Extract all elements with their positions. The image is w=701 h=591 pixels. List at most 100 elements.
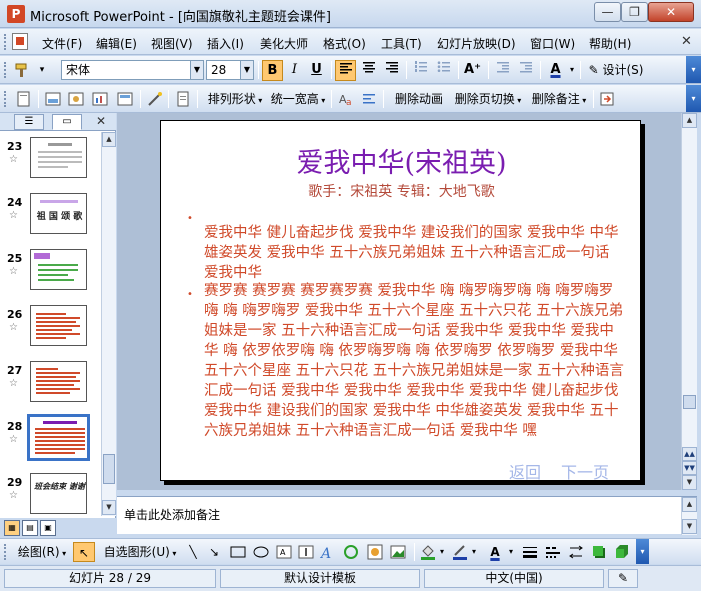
back-link[interactable]: 返回 [509, 459, 541, 480]
thumbnail-item[interactable]: 29 ☆ 班会结束 谢谢 [0, 470, 100, 516]
line-icon[interactable]: ╲ [184, 542, 202, 562]
chevron-down-icon[interactable]: ▼ [190, 61, 203, 79]
thumbnail-item[interactable]: 24 ☆ 祖 国 颂 歌 [0, 190, 100, 246]
close-button[interactable]: ✕ [648, 2, 694, 22]
export-icon[interactable] [599, 91, 615, 107]
page-icon[interactable] [175, 91, 191, 107]
slide-subtitle[interactable]: 歌手：宋祖英 专辑：大地飞歌 [161, 181, 640, 201]
numbering-icon[interactable] [410, 60, 431, 81]
menu-beautify[interactable]: 美化大师 [260, 35, 308, 52]
line-style-icon[interactable] [522, 544, 538, 560]
scroll-down-icon[interactable]: ▼ [682, 519, 697, 534]
thumbnail-item-selected[interactable]: 28 ☆ [0, 414, 100, 470]
design-template[interactable]: 默认设计模板 [220, 569, 420, 588]
chevron-down-icon[interactable]: ▾ [469, 542, 479, 562]
arrow-icon[interactable]: ↘ [205, 542, 223, 562]
rectangle-icon[interactable] [230, 544, 246, 560]
scroll-up-icon[interactable]: ▲ [682, 113, 697, 128]
minimize-button[interactable]: — [594, 2, 621, 22]
chart-icon[interactable] [92, 91, 108, 107]
scroll-up-icon[interactable]: ▲ [102, 132, 116, 147]
slide-thumbnail[interactable] [30, 137, 87, 178]
menu-insert[interactable]: 插入(I) [207, 35, 244, 52]
format-painter-icon[interactable] [14, 62, 30, 78]
font-name-select[interactable]: 宋体 ▼ [61, 60, 204, 80]
picture-icon[interactable] [45, 91, 61, 107]
menu-help[interactable]: 帮助(H) [589, 35, 631, 52]
previous-slide-icon[interactable]: ▲▲ [682, 447, 697, 461]
chevron-down-icon[interactable]: ▾ [567, 60, 577, 80]
line-color-icon[interactable] [452, 544, 468, 560]
clipart-icon[interactable] [367, 544, 383, 560]
vertical-textbox-icon[interactable] [298, 544, 314, 560]
uniform-size-button[interactable]: 统一宽高 ▾ [268, 89, 328, 109]
toolbar-options-icon[interactable]: ▾ [34, 60, 50, 80]
slideshow-icon[interactable]: ▣ [40, 520, 56, 536]
slide-thumbnail[interactable] [27, 414, 90, 461]
font-size-select[interactable]: 28 ▼ [206, 60, 254, 80]
photo-album-icon[interactable] [68, 91, 84, 107]
align-center-icon[interactable] [358, 60, 379, 81]
menu-tools[interactable]: 工具(T) [381, 35, 422, 52]
menu-grip[interactable] [4, 34, 8, 50]
thumbnail-item[interactable]: 23 ☆ [0, 134, 100, 190]
textbox-icon[interactable]: A [276, 544, 292, 560]
menu-format[interactable]: 格式(O) [323, 35, 366, 52]
toolbar-grip[interactable] [4, 544, 7, 560]
oval-icon[interactable] [253, 544, 269, 560]
arrange-shapes-button[interactable]: 排列形状 ▾ [204, 89, 266, 109]
3d-style-icon[interactable] [614, 544, 630, 560]
italic-button[interactable]: I [284, 60, 305, 81]
notes-placeholder[interactable]: 单击此处添加备注 [124, 506, 220, 523]
magic-wand-icon[interactable] [147, 91, 163, 107]
design-button[interactable]: ✎ 设计(S) [586, 60, 646, 80]
toolbar-overflow-icon[interactable]: ▾ [686, 85, 701, 112]
layout-icon[interactable] [117, 91, 133, 107]
delete-transition-button[interactable]: 删除页切换 ▾ [452, 89, 524, 109]
tab-slides[interactable]: ▭ [52, 114, 82, 130]
align-left-icon[interactable] [335, 60, 356, 81]
slide-thumbnail[interactable] [30, 249, 87, 290]
align-right-icon[interactable] [381, 60, 402, 81]
bullets-icon[interactable] [433, 60, 454, 81]
thumbnail-scrollbar[interactable]: ▲ ▼ [101, 132, 116, 516]
scroll-down-icon[interactable]: ▼ [102, 500, 116, 515]
tab-outline[interactable]: ☰ [14, 114, 44, 130]
chevron-down-icon[interactable]: ▾ [506, 542, 516, 562]
thumbnail-item[interactable]: 26 ☆ [0, 302, 100, 358]
next-slide-icon[interactable]: ▼▼ [682, 461, 697, 475]
slide-thumbnail[interactable]: 班会结束 谢谢 [30, 473, 87, 514]
select-pointer-icon[interactable]: ↖ [73, 542, 95, 562]
menu-edit[interactable]: 编辑(E) [96, 35, 137, 52]
thumbnail-item[interactable]: 25 ☆ [0, 246, 100, 302]
close-icon[interactable]: ✕ [96, 114, 106, 128]
dash-style-icon[interactable] [545, 544, 561, 560]
restore-button[interactable]: ❐ [621, 2, 648, 22]
increase-font-icon[interactable]: A⁺ [462, 60, 483, 81]
increase-indent-icon[interactable] [515, 60, 536, 81]
font-color-icon[interactable]: A [485, 542, 505, 562]
scrollbar-thumb[interactable] [103, 454, 115, 484]
document-icon[interactable] [12, 33, 28, 50]
delete-notes-button[interactable]: 删除备注 ▾ [528, 89, 590, 109]
menu-slideshow[interactable]: 幻灯片放映(D) [437, 35, 516, 52]
scroll-down-icon[interactable]: ▼ [682, 475, 697, 490]
arrow-style-icon[interactable] [568, 544, 584, 560]
draw-menu-button[interactable]: 绘图(R) ▾ [14, 542, 70, 562]
scroll-up-icon[interactable]: ▲ [682, 497, 697, 512]
font-color-icon[interactable]: A [545, 60, 566, 81]
notes-pane[interactable]: 单击此处添加备注 ▲ ▼ [117, 496, 697, 535]
next-page-link[interactable]: 下一页 [561, 459, 609, 480]
spelling-status-icon[interactable]: ✎ [608, 569, 638, 588]
menu-file[interactable]: 文件(F) [42, 35, 82, 52]
diagram-icon[interactable] [343, 544, 359, 560]
text-style-icon[interactable]: Aa [338, 91, 354, 108]
toolbar-overflow-icon[interactable]: ▾ [636, 539, 649, 564]
autoshapes-button[interactable]: 自选图形(U) ▾ [100, 542, 180, 562]
slide-scrollbar[interactable]: ▲ ▲▲ ▼▼ ▼ [681, 113, 697, 490]
document-close-icon[interactable]: ✕ [681, 34, 692, 49]
delete-animation-button[interactable]: 删除动画 [389, 89, 449, 109]
powerpoint-app-icon[interactable]: P [7, 5, 25, 23]
lyrics-paragraph[interactable]: 爱我中华 健儿奋起步伐 爱我中华 建设我们的国家 爱我中华 中华雄姿英发 爱我中… [204, 223, 624, 283]
lyrics-paragraph[interactable]: 赛罗赛 赛罗赛 赛罗赛罗赛 爱我中华 嗨 嗨罗嗨罗嗨 嗨 嗨罗嗨罗嗨 嗨 嗨罗嗨… [204, 281, 624, 441]
